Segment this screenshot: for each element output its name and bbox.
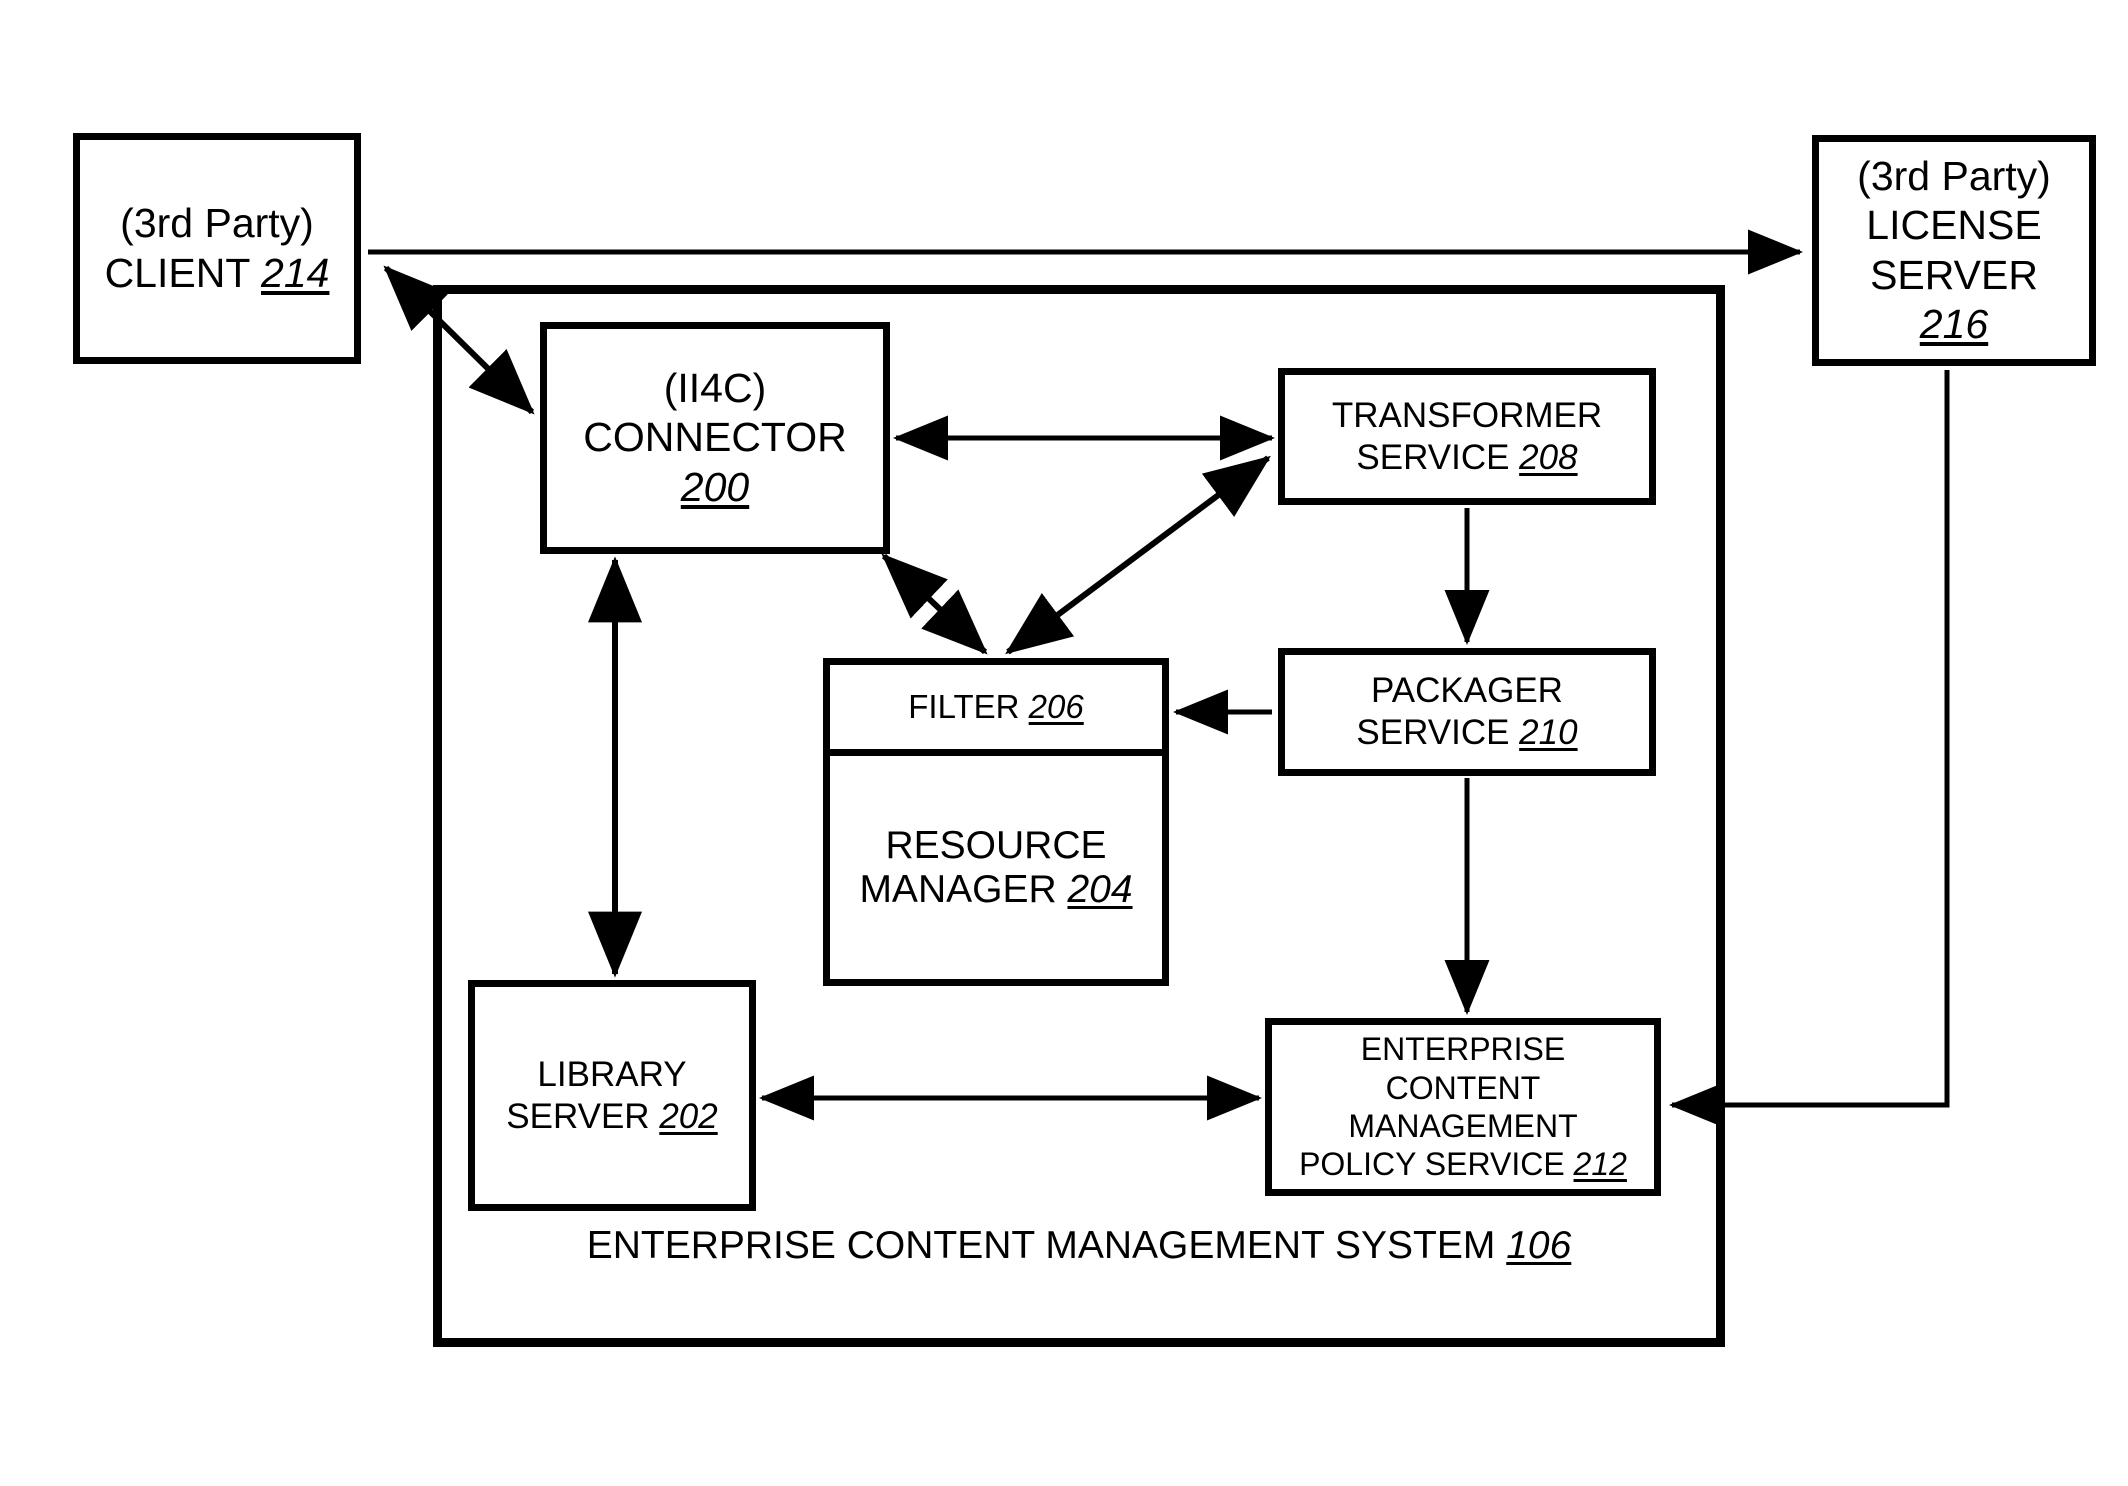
ii4c-connector-box[interactable]: (II4C) CONNECTOR 200 [540, 322, 890, 554]
packager-service-box[interactable]: PACKAGER SERVICE 210 [1278, 648, 1656, 776]
transformer-service-reference-numeral: 208 [1519, 437, 1578, 477]
library-server-reference-numeral: 202 [659, 1096, 718, 1136]
license-server-line-1: (3rd Party) [1857, 153, 2051, 200]
filter-and-resource-manager-group: FILTER 206 RESOURCE MANAGER 204 [823, 658, 1169, 986]
diagram-canvas: ENTERPRISE CONTENT MANAGEMENT SYSTEM 106 [0, 0, 2128, 1486]
enterprise-content-management-system-label: ENTERPRISE CONTENT MANAGEMENT SYSTEM 106 [433, 1222, 1725, 1270]
license-server-line-3: SERVER [1870, 251, 2038, 298]
client-line-1: (3rd Party) [120, 200, 314, 247]
policy-service-line-2: CONTENT [1385, 1069, 1541, 1106]
policy-service-line-3: MANAGEMENT [1348, 1108, 1578, 1144]
connector-line-1: (II4C) [663, 365, 767, 412]
packager-service-line-2: SERVICE 210 [1356, 713, 1578, 752]
connector-reference-numeral: 200 [680, 463, 750, 510]
library-server-line-1: LIBRARY [537, 1054, 687, 1094]
client-reference-numeral: 214 [261, 249, 330, 296]
transformer-service-line-1: TRANSFORMER [1331, 395, 1603, 435]
transformer-service-box[interactable]: TRANSFORMER SERVICE 208 [1278, 368, 1656, 505]
policy-service-reference-numeral: 212 [1573, 1146, 1627, 1183]
library-server-box[interactable]: LIBRARY SERVER 202 [468, 980, 756, 1211]
packager-service-line-1: PACKAGER [1371, 671, 1563, 710]
resource-manager-box[interactable]: RESOURCE MANAGER 204 [830, 756, 1162, 979]
library-server-line-2: SERVER 202 [506, 1096, 718, 1136]
client-line-2: CLIENT 214 [104, 249, 330, 296]
resource-manager-line-2: MANAGER 204 [859, 867, 1133, 911]
packager-service-reference-numeral: 210 [1519, 713, 1578, 752]
ecm-system-reference-numeral: 106 [1506, 1224, 1572, 1267]
license-server-reference-numeral: 216 [1919, 300, 1989, 347]
filter-reference-numeral: 206 [1028, 688, 1084, 725]
policy-service-line-1: ENTERPRISE [1360, 1031, 1566, 1068]
third-party-client-box[interactable]: (3rd Party) CLIENT 214 [73, 133, 361, 364]
license-server-line-2: LICENSE [1866, 202, 2042, 249]
ecm-system-label-line-1: ENTERPRISE CONTENT [586, 1224, 1035, 1267]
ecm-system-label-line-2: MANAGEMENT SYSTEM 106 [1045, 1224, 1572, 1267]
third-party-license-server-box[interactable]: (3rd Party) LICENSE SERVER 216 [1812, 135, 2096, 366]
filter-box[interactable]: FILTER 206 [830, 665, 1162, 756]
transformer-service-line-2: SERVICE 208 [1356, 437, 1578, 477]
resource-manager-line-1: RESOURCE [885, 823, 1107, 867]
filter-line-1: FILTER 206 [908, 688, 1084, 725]
connector-line-2: CONNECTOR [583, 414, 847, 461]
policy-service-line-4: POLICY SERVICE 212 [1299, 1146, 1627, 1183]
resource-manager-reference-numeral: 204 [1067, 867, 1133, 911]
enterprise-content-management-policy-service-box[interactable]: ENTERPRISE CONTENT MANAGEMENT POLICY SER… [1265, 1018, 1661, 1196]
